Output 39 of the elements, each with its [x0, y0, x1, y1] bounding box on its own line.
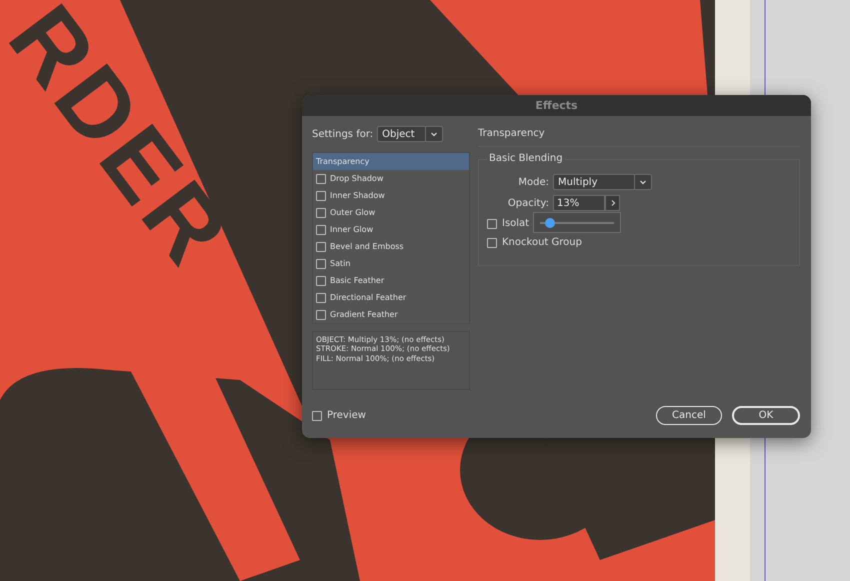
checkbox[interactable]: [316, 190, 326, 200]
effects-list-item[interactable]: Inner Glow: [330, 225, 374, 234]
checkbox[interactable]: [316, 310, 326, 320]
checkbox[interactable]: [316, 276, 326, 286]
cancel-button[interactable]: Cancel: [656, 406, 722, 425]
opacity-label: Opacity:: [506, 198, 549, 208]
option-label: Isolat: [502, 218, 530, 229]
effects-list-item[interactable]: Gradient Feather: [330, 310, 398, 319]
checkbox[interactable]: [487, 218, 497, 228]
effects-list-item[interactable]: Outer Glow: [330, 208, 376, 217]
settings-for-label: Settings for:: [312, 128, 374, 140]
checkbox[interactable]: [316, 242, 326, 252]
section-title: Transparency: [478, 128, 800, 147]
mode-label: Mode:: [517, 176, 549, 188]
opacity-slider-button[interactable]: [605, 195, 620, 211]
effects-list-item[interactable]: Transparency: [313, 153, 469, 170]
effects-list-item[interactable]: Satin: [330, 259, 350, 268]
checkbox[interactable]: [487, 238, 497, 248]
effects-list-item[interactable]: Bevel and Emboss: [330, 242, 404, 251]
checkbox[interactable]: [316, 174, 326, 184]
effects-list-item[interactable]: Drop Shadow: [330, 174, 384, 183]
checkbox[interactable]: [316, 292, 326, 302]
opacity-field[interactable]: 13%: [553, 195, 605, 211]
preview-label: Preview: [327, 410, 366, 421]
option-label: Knockout Group: [502, 237, 582, 248]
effects-list-item[interactable]: Directional Feather: [330, 293, 406, 302]
ok-button[interactable]: OK: [732, 406, 800, 425]
group-title: Basic Blending: [487, 153, 565, 164]
chevron-right-icon: [608, 199, 616, 207]
checkbox[interactable]: [316, 224, 326, 234]
checkbox[interactable]: [316, 258, 326, 268]
dialog-title: Effects: [535, 99, 578, 112]
checkbox[interactable]: [316, 208, 326, 218]
settings-for-dropdown[interactable]: Object: [377, 126, 444, 142]
preview-checkbox[interactable]: [312, 410, 322, 420]
mode-dropdown[interactable]: Multiply: [553, 174, 652, 190]
effects-list-item[interactable]: Inner Shadow: [330, 191, 385, 200]
effects-list-item[interactable]: Basic Feather: [330, 276, 384, 285]
slider-thumb[interactable]: [544, 218, 555, 228]
